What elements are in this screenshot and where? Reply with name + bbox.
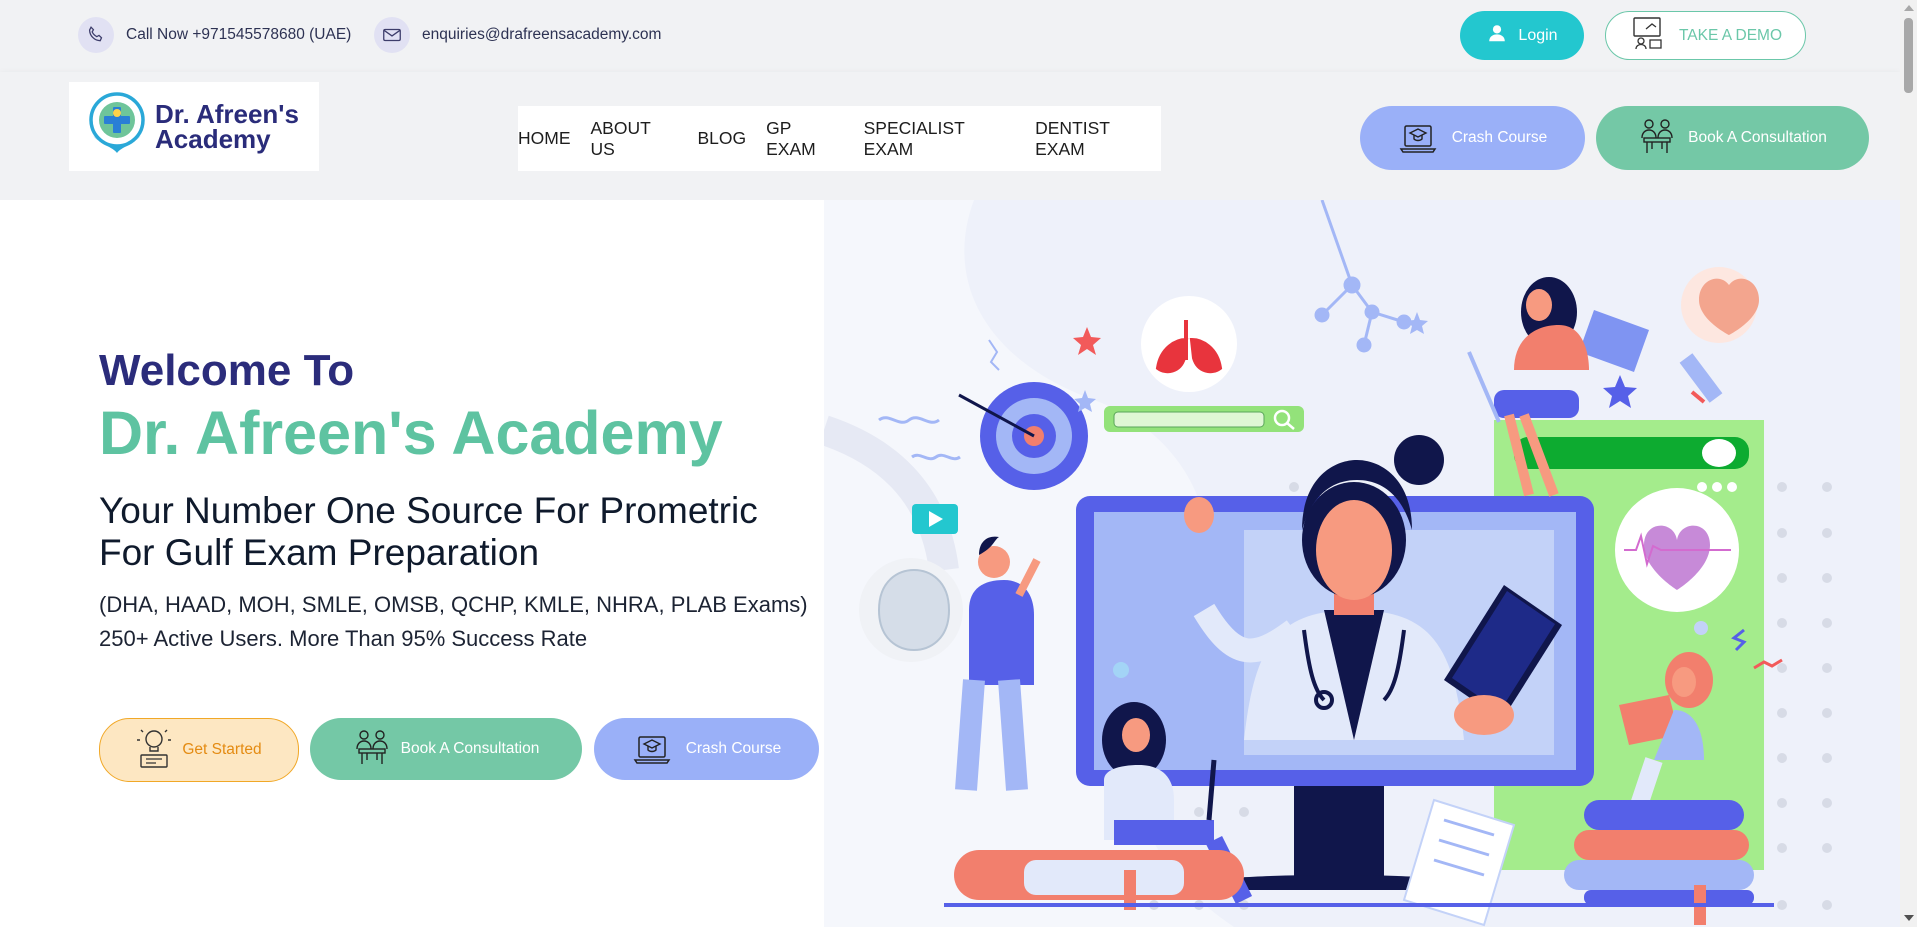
scroll-thumb[interactable]	[1904, 18, 1913, 93]
login-button[interactable]: Login	[1460, 11, 1584, 60]
logo-text: Dr. Afreen's Academy	[155, 98, 299, 154]
page-scrollbar[interactable]	[1900, 0, 1917, 927]
hero-book-consultation-button[interactable]: Book A Consultation	[310, 718, 582, 780]
hero-welcome: Welcome To	[99, 346, 355, 395]
consultation-icon	[1638, 116, 1676, 161]
phone-icon	[78, 17, 114, 53]
laptop-graduation-icon	[1398, 116, 1438, 161]
scroll-down-arrow-icon[interactable]	[1904, 915, 1914, 921]
get-started-button[interactable]: Get Started	[99, 718, 299, 782]
hero-illustration	[824, 200, 1900, 927]
main-navigation: HOME ABOUT US BLOG GP EXAM SPECIALIST EX…	[518, 106, 1161, 171]
hero-crash-course-button[interactable]: Crash Course	[594, 718, 819, 780]
consultation-icon	[353, 727, 391, 772]
top-bar: Call Now +971545578680 (UAE) enquiries@d…	[0, 0, 1900, 72]
hero-academy-title: Dr. Afreen's Academy	[99, 399, 723, 467]
presentation-icon	[1629, 15, 1665, 56]
demo-label: TAKE A DEMO	[1678, 26, 1783, 44]
user-icon	[1486, 22, 1508, 49]
nav-item-home[interactable]: HOME	[518, 128, 571, 149]
email-text: enquiries@drafreensacademy.com	[422, 26, 662, 43]
header-book-consultation-label: Book A Consultation	[1688, 129, 1827, 146]
hero-exam-list: (DHA, HAAD, MOH, SMLE, OMSB, QCHP, KMLE,…	[99, 592, 808, 617]
site-header: Dr. Afreen's Academy HOME ABOUT US BLOG …	[0, 72, 1900, 200]
scroll-up-arrow-icon[interactable]	[1904, 5, 1914, 11]
hero-tagline: Your Number One Source For Prometric For…	[99, 490, 758, 573]
email-contact[interactable]: enquiries@drafreensacademy.com	[374, 17, 661, 53]
phone-contact[interactable]: Call Now +971545578680 (UAE)	[78, 17, 351, 53]
header-crash-course-label: Crash Course	[1451, 129, 1548, 146]
nav-item-blog[interactable]: BLOG	[697, 128, 746, 149]
login-label: Login	[1518, 26, 1558, 44]
idea-icon	[136, 727, 172, 774]
get-started-label: Get Started	[182, 741, 262, 758]
header-crash-course-button[interactable]: Crash Course	[1360, 106, 1585, 170]
hero-crash-course-label: Crash Course	[685, 740, 782, 757]
hero-book-consultation-label: Book A Consultation	[400, 740, 540, 757]
site-logo[interactable]: Dr. Afreen's Academy	[69, 82, 319, 171]
nav-item-about-us[interactable]: ABOUT US	[591, 118, 678, 160]
logo-line-1: Dr. Afreen's	[155, 98, 299, 129]
nav-item-gp-exam[interactable]: GP EXAM	[766, 118, 844, 160]
email-icon	[374, 17, 410, 53]
phone-text: Call Now +971545578680 (UAE)	[126, 26, 352, 43]
nav-item-dentist-exam[interactable]: DENTIST EXAM	[1035, 118, 1161, 160]
laptop-graduation-icon	[632, 727, 672, 772]
logo-emblem-icon	[85, 89, 149, 164]
hero-success-stat: 250+ Active Users. More Than 95% Success…	[99, 626, 588, 651]
logo-line-2: Academy	[155, 123, 271, 154]
take-a-demo-button[interactable]: TAKE A DEMO	[1605, 11, 1806, 60]
header-book-consultation-button[interactable]: Book A Consultation	[1596, 106, 1869, 170]
nav-item-specialist-exam[interactable]: SPECIALIST EXAM	[864, 118, 1016, 160]
